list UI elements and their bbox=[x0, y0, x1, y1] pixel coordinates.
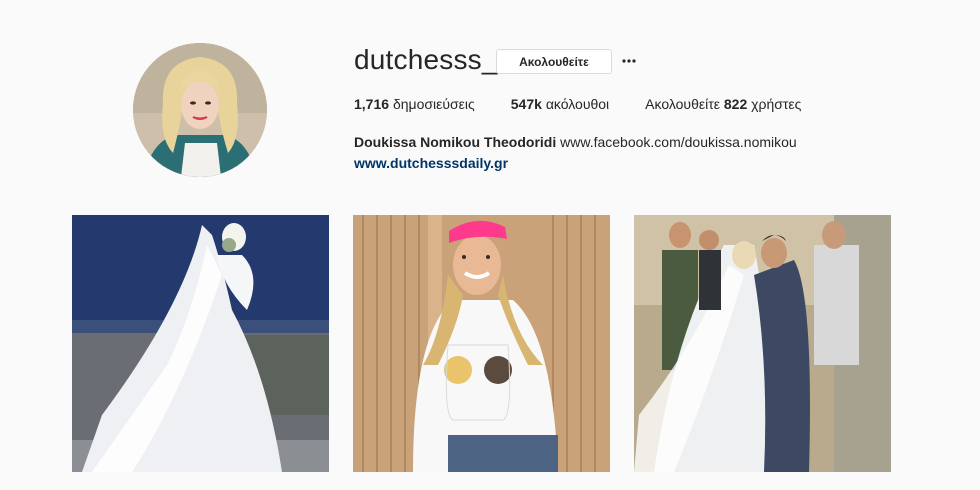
bio-line-1: Doukissa Nomikou Theodoridi www.facebook… bbox=[354, 132, 824, 153]
post-thumbnail-2[interactable] bbox=[353, 215, 610, 472]
profile-bio: Doukissa Nomikou Theodoridi www.facebook… bbox=[354, 132, 824, 174]
profile-stats: 1,716 δημοσιεύσεις 547k ακόλουθοι Ακολου… bbox=[354, 96, 837, 112]
following-button[interactable]: Ακολουθείτε bbox=[496, 49, 612, 74]
posts-count: 1,716 bbox=[354, 96, 390, 112]
website-link[interactable]: www.dutchesssdaily.gr bbox=[354, 155, 508, 171]
following-prefix: Ακολουθείτε bbox=[645, 96, 720, 112]
facebook-text: www.facebook.com/doukissa.nomikou bbox=[560, 134, 797, 150]
followers-stat[interactable]: 547k ακόλουθοι bbox=[511, 96, 609, 112]
profile-avatar bbox=[133, 43, 267, 177]
more-options-button[interactable] bbox=[620, 52, 638, 70]
post-thumbnail-3[interactable] bbox=[634, 215, 891, 472]
profile-username: dutchesss_ bbox=[354, 44, 498, 75]
following-count: 822 bbox=[723, 96, 748, 112]
followers-count: 547k bbox=[510, 96, 542, 112]
ellipsis-icon bbox=[622, 59, 636, 63]
avatar-image bbox=[133, 43, 267, 177]
full-name: Doukissa Nomikou Theodoridi bbox=[354, 134, 557, 150]
bio-line-2: www.dutchesssdaily.gr bbox=[354, 153, 824, 174]
posts-label: δημοσιεύσεις bbox=[392, 96, 475, 112]
post-thumbnail-1[interactable] bbox=[72, 215, 329, 472]
followers-label: ακόλουθοι bbox=[545, 96, 610, 112]
post-image-portrait bbox=[353, 215, 610, 472]
post-image-bride bbox=[72, 215, 329, 472]
post-image-wedding bbox=[634, 215, 891, 472]
following-stat[interactable]: Ακολουθείτε 822 χρήστες bbox=[645, 96, 801, 112]
posts-stat: 1,716 δημοσιεύσεις bbox=[354, 96, 475, 112]
following-suffix: χρήστες bbox=[751, 96, 802, 112]
